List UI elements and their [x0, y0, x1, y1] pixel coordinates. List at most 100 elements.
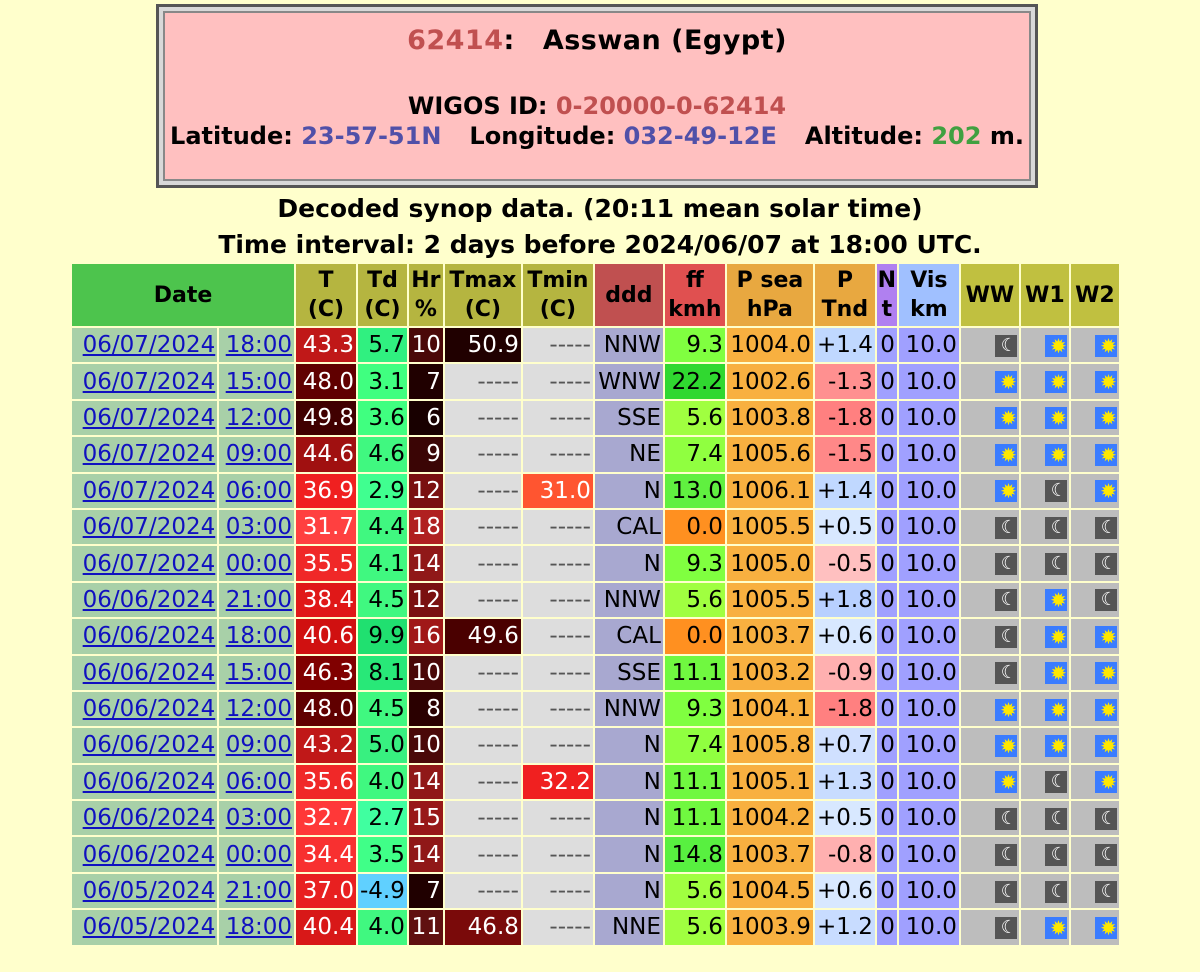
- date-link[interactable]: 06/07/2024: [83, 405, 216, 431]
- wind-speed-cell: 5.6: [664, 910, 725, 945]
- w2-cell: ✹: [1070, 691, 1119, 727]
- time-link[interactable]: 15:00: [226, 369, 292, 395]
- w2-cell: ✹: [1070, 619, 1119, 654]
- wind-direction-cell: SSE: [594, 655, 663, 690]
- date-link[interactable]: 06/07/2024: [83, 332, 216, 358]
- temp-cell: 38.4: [296, 582, 356, 618]
- moon-icon: ☾: [994, 516, 1017, 539]
- date-link[interactable]: 06/07/2024: [83, 441, 216, 467]
- wind-speed-cell: 0.0: [664, 509, 725, 545]
- wind-speed-cell: 5.6: [664, 582, 725, 618]
- time-cell: 18:00: [219, 910, 294, 945]
- visibility-cell: 10.0: [898, 473, 959, 508]
- temp-cell: 46.3: [296, 655, 356, 690]
- wind-speed-cell: 7.4: [664, 728, 725, 763]
- date-link[interactable]: 06/06/2024: [83, 769, 216, 795]
- wind-speed-cell: 14.8: [664, 837, 725, 872]
- date-link[interactable]: 06/06/2024: [83, 732, 216, 758]
- dewpoint-cell: 3.5: [358, 837, 407, 872]
- time-link[interactable]: 15:00: [226, 660, 292, 686]
- dewpoint-cell: 3.6: [358, 400, 407, 436]
- tmax-cell: -----: [444, 764, 521, 800]
- w1-cell: ✹: [1020, 437, 1069, 472]
- ww-cell: ☾: [960, 546, 1019, 581]
- tmax-cell: -----: [444, 364, 521, 399]
- time-link[interactable]: 06:00: [226, 769, 292, 795]
- date-link[interactable]: 06/06/2024: [83, 587, 216, 613]
- date-link[interactable]: 06/07/2024: [83, 369, 216, 395]
- time-link[interactable]: 21:00: [226, 878, 292, 904]
- cloud-cover-cell: 0: [876, 655, 897, 690]
- time-link[interactable]: 12:00: [226, 696, 292, 722]
- time-link[interactable]: 09:00: [226, 441, 292, 467]
- time-link[interactable]: 09:00: [226, 732, 292, 758]
- wind-direction-cell: NNE: [594, 910, 663, 945]
- time-link[interactable]: 18:00: [226, 914, 292, 940]
- sun-icon: ✹: [994, 698, 1017, 721]
- cloud-cover-cell: 0: [876, 837, 897, 872]
- w2-cell: ✹: [1070, 473, 1119, 508]
- temp-cell: 34.4: [296, 837, 356, 872]
- date-link[interactable]: 06/05/2024: [83, 914, 216, 940]
- pressure-tendency-cell: -1.8: [814, 400, 875, 436]
- cloud-cover-cell: 0: [876, 910, 897, 945]
- time-interval-title: Time interval: 2 days before 2024/06/07 …: [218, 230, 982, 259]
- table-row: 06/07/2024 12:00 49.8 3.6 6 ----- ----- SSE 5.6 1…: [72, 400, 1119, 436]
- time-link[interactable]: 03:00: [226, 514, 292, 540]
- tmin-cell: -----: [522, 728, 593, 763]
- time-link[interactable]: 00:00: [226, 551, 292, 577]
- table-row: 06/07/2024 15:00 48.0 3.1 7 ----- ----- WNW 22.2…: [72, 364, 1119, 399]
- time-link[interactable]: 03:00: [226, 805, 292, 831]
- sun-icon: ✹: [1094, 662, 1117, 685]
- date-cell: 06/06/2024: [72, 837, 218, 872]
- pressure-tendency-cell: +0.6: [814, 619, 875, 654]
- temp-cell: 31.7: [296, 509, 356, 545]
- date-link[interactable]: 06/07/2024: [83, 551, 216, 577]
- date-link[interactable]: 06/06/2024: [83, 660, 216, 686]
- moon-icon: ☾: [994, 844, 1017, 867]
- tmin-cell: -----: [522, 509, 593, 545]
- wind-speed-cell: 13.0: [664, 473, 725, 508]
- date-link[interactable]: 06/07/2024: [83, 478, 216, 504]
- table-row: 06/07/2024 00:00 35.5 4.1 14 ----- ----- N 9.3 10…: [72, 546, 1119, 581]
- date-cell: 06/05/2024: [72, 873, 218, 909]
- pressure-tendency-cell: +0.7: [814, 728, 875, 763]
- w2-cell: ☾: [1070, 582, 1119, 618]
- ww-cell: ☾: [960, 801, 1019, 836]
- date-link[interactable]: 06/06/2024: [83, 805, 216, 831]
- pressure-tendency-cell: -0.8: [814, 837, 875, 872]
- date-link[interactable]: 06/05/2024: [83, 878, 216, 904]
- sun-icon: ✹: [1094, 625, 1117, 648]
- time-cell: 00:00: [219, 546, 294, 581]
- pressure-tendency-cell: +1.2: [814, 910, 875, 945]
- wind-speed-cell: 11.1: [664, 655, 725, 690]
- tmin-cell: -----: [522, 328, 593, 363]
- table-row: 06/05/2024 18:00 40.4 4.0 11 46.8 ----- NNE 5.6 1…: [72, 910, 1119, 945]
- time-cell: 12:00: [219, 691, 294, 727]
- time-link[interactable]: 18:00: [226, 332, 292, 358]
- date-link[interactable]: 06/06/2024: [83, 696, 216, 722]
- ww-cell: ☾: [960, 910, 1019, 945]
- date-link[interactable]: 06/07/2024: [83, 514, 216, 540]
- time-link[interactable]: 12:00: [226, 405, 292, 431]
- date-cell: 06/07/2024: [72, 364, 218, 399]
- date-cell: 06/07/2024: [72, 546, 218, 581]
- visibility-cell: 10.0: [898, 400, 959, 436]
- time-link[interactable]: 00:00: [226, 842, 292, 868]
- time-link[interactable]: 06:00: [226, 478, 292, 504]
- cloud-cover-cell: 0: [876, 582, 897, 618]
- date-link[interactable]: 06/06/2024: [83, 623, 216, 649]
- ww-cell: ☾: [960, 655, 1019, 690]
- wigos-id: 0-20000-0-62414: [555, 92, 787, 120]
- time-link[interactable]: 21:00: [226, 587, 292, 613]
- wind-direction-cell: N: [594, 764, 663, 800]
- time-link[interactable]: 18:00: [226, 623, 292, 649]
- date-cell: 06/06/2024: [72, 691, 218, 727]
- wind-direction-cell: NNW: [594, 691, 663, 727]
- tmax-cell: -----: [444, 509, 521, 545]
- pressure-cell: 1004.5: [726, 873, 813, 909]
- tmax-cell: -----: [444, 582, 521, 618]
- tmin-cell: 31.0: [522, 473, 593, 508]
- table-row: 06/06/2024 03:00 32.7 2.7 15 ----- ----- N 11.1 1…: [72, 801, 1119, 836]
- date-link[interactable]: 06/06/2024: [83, 842, 216, 868]
